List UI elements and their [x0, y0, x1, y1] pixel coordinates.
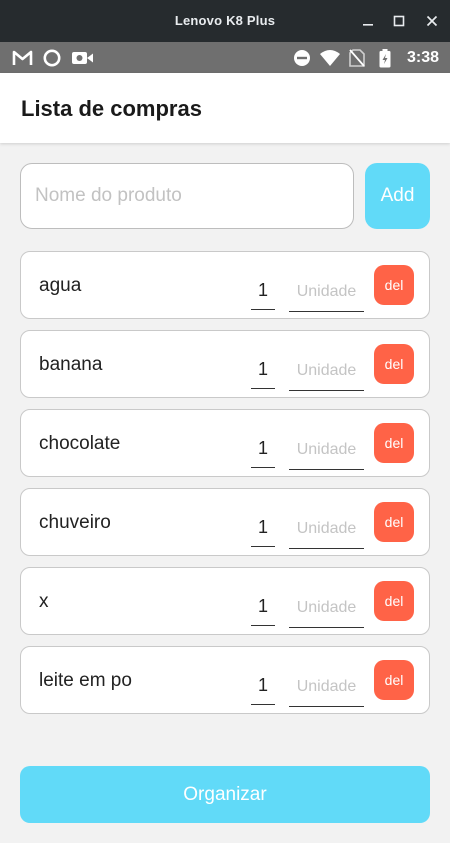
quantity-input[interactable] — [251, 351, 275, 389]
status-time: 3:38 — [406, 49, 439, 66]
window-titlebar: Lenovo K8 Plus — [0, 0, 450, 42]
unit-input[interactable] — [289, 588, 364, 628]
item-name: leite em po — [39, 670, 132, 691]
delete-button[interactable]: del — [374, 502, 414, 542]
window-title: Lenovo K8 Plus — [174, 13, 276, 28]
item-name: agua — [39, 275, 82, 296]
unit-input[interactable] — [289, 351, 364, 391]
camera-icon — [71, 49, 94, 67]
quantity-input[interactable] — [251, 588, 275, 626]
item-name: banana — [39, 354, 103, 375]
quantity-input[interactable] — [251, 430, 275, 468]
delete-button[interactable]: del — [374, 660, 414, 700]
minimize-icon[interactable] — [357, 10, 379, 32]
list-item: chuveiro del — [20, 488, 430, 556]
quantity-input[interactable] — [251, 667, 275, 705]
app-header: Lista de compras — [0, 73, 450, 143]
delete-button[interactable]: del — [374, 344, 414, 384]
battery-charging-icon — [379, 48, 391, 67]
status-bar: 3:38 — [0, 42, 450, 73]
quantity-input[interactable] — [251, 509, 275, 547]
unit-input[interactable] — [289, 430, 364, 470]
item-name: chocolate — [39, 433, 121, 454]
unit-input[interactable] — [289, 667, 364, 707]
close-icon[interactable] — [421, 10, 443, 32]
quantity-input[interactable] — [251, 272, 275, 310]
circle-app-icon — [43, 49, 61, 67]
delete-button[interactable]: del — [374, 265, 414, 305]
list-item: chocolate del — [20, 409, 430, 477]
item-name: x — [39, 591, 49, 612]
product-name-input[interactable] — [20, 163, 354, 229]
add-button[interactable]: Add — [365, 163, 430, 229]
shopping-list: agua del banana del chocolate del chuvei… — [20, 251, 430, 725]
maximize-icon[interactable] — [388, 10, 410, 32]
list-item: agua del — [20, 251, 430, 319]
no-sim-icon — [349, 49, 365, 67]
wifi-icon — [319, 49, 341, 67]
organize-button[interactable]: Organizar — [20, 766, 430, 823]
list-item: banana del — [20, 330, 430, 398]
do-not-disturb-icon — [293, 49, 311, 67]
delete-button[interactable]: del — [374, 581, 414, 621]
page-title: Lista de compras — [21, 96, 202, 121]
unit-input[interactable] — [289, 509, 364, 549]
delete-button[interactable]: del — [374, 423, 414, 463]
gmail-icon — [12, 49, 33, 67]
list-item: leite em po del — [20, 646, 430, 714]
unit-input[interactable] — [289, 272, 364, 312]
item-name: chuveiro — [39, 512, 111, 533]
list-item: x del — [20, 567, 430, 635]
